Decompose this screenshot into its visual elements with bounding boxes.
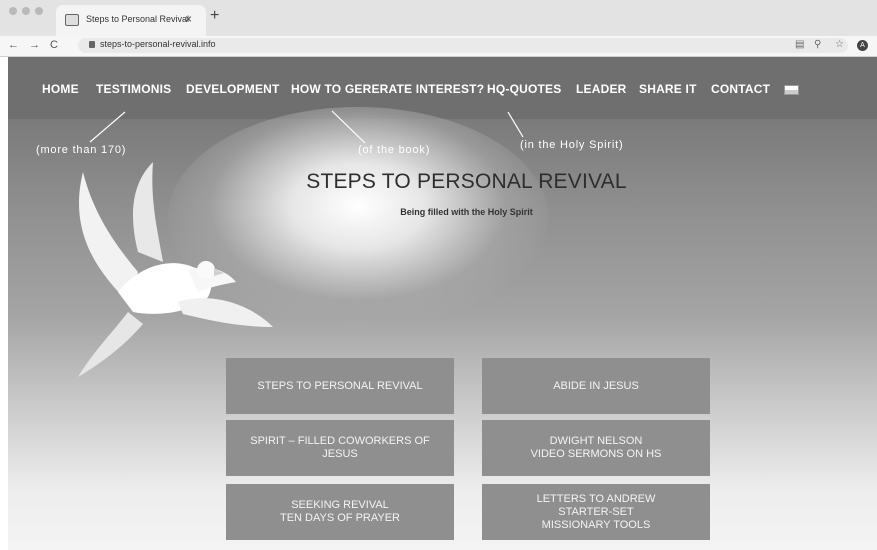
spirit-filled-coworkers-button[interactable]: SPIRIT – FILLED COWORKERS OF JESUS	[226, 420, 454, 476]
hero-title: STEPS TO PERSONAL REVIVAL	[306, 170, 627, 193]
favicon-icon	[65, 14, 79, 26]
tab-close-icon[interactable]: ×	[185, 12, 192, 26]
browser-tab-bar: Steps to Personal Revival × +	[0, 0, 877, 36]
tab-title: Steps to Personal Revival	[86, 14, 190, 24]
window-close-dot[interactable]	[9, 7, 17, 15]
annotation-lines	[89, 110, 524, 144]
hero-subtitle: Being filled with the Holy Spirit	[400, 207, 533, 217]
address-bar-row: ← → C steps-to-personal-revival.info ▤ ⚲…	[0, 36, 877, 57]
annotation-line-interest	[331, 110, 366, 144]
abide-in-jesus-button[interactable]: ABIDE IN JESUS	[482, 358, 710, 414]
profile-avatar[interactable]: A	[857, 40, 868, 51]
reload-icon[interactable]: C	[50, 39, 58, 51]
back-icon[interactable]: ←	[8, 39, 19, 51]
translate-icon[interactable]: ▤	[795, 39, 804, 50]
window-maximize-dot[interactable]	[35, 7, 43, 15]
annotation-quotes: (in the Holy Spirit)	[520, 139, 624, 151]
dwight-nelson-sermons-button[interactable]: DWIGHT NELSON VIDEO SERMONS ON HS	[482, 420, 710, 476]
new-tab-icon[interactable]: +	[210, 8, 219, 24]
browser-tab[interactable]: Steps to Personal Revival ×	[56, 5, 206, 36]
url-text: steps-to-personal-revival.info	[100, 39, 216, 49]
bookmark-star-icon[interactable]: ☆	[835, 39, 844, 50]
annotation-line-testimonis	[89, 111, 126, 143]
address-input[interactable]: steps-to-personal-revival.info	[78, 38, 848, 53]
web-page: HOME TESTIMONIS DEVELOPMENT HOW TO GERER…	[8, 57, 877, 550]
forward-icon[interactable]: →	[29, 39, 40, 51]
steps-to-personal-revival-button[interactable]: STEPS TO PERSONAL REVIVAL	[226, 358, 454, 414]
letters-to-andrew-button[interactable]: LETTERS TO ANDREW STARTER-SET MISSIONARY…	[482, 484, 710, 540]
seeking-revival-button[interactable]: SEEKING REVIVAL TEN DAYS OF PRAYER	[226, 484, 454, 540]
annotation-line-quotes	[507, 111, 524, 138]
window-minimize-dot[interactable]	[22, 7, 30, 15]
annotation-testimonis: (more than 170)	[36, 144, 127, 156]
lock-icon	[89, 41, 95, 48]
zoom-icon[interactable]: ⚲	[814, 39, 821, 50]
annotation-interest: (of the book)	[358, 144, 431, 156]
